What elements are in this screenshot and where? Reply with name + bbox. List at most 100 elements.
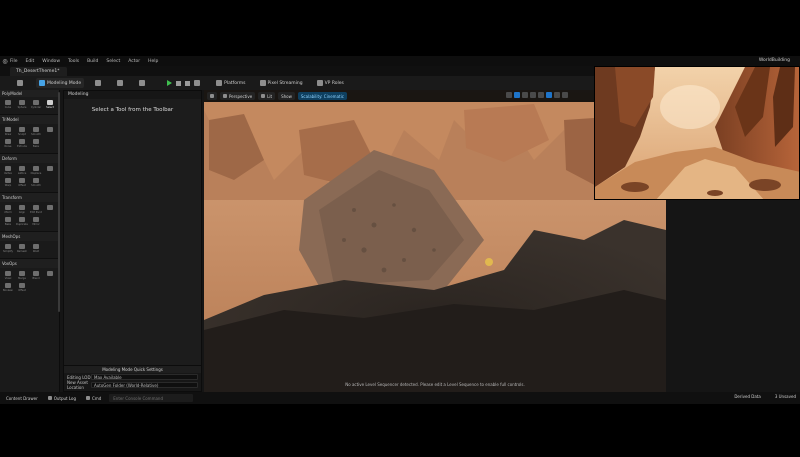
palette-tool-button[interactable]: Align [16, 205, 28, 215]
menu-select[interactable]: Select [106, 59, 120, 64]
play-icon[interactable] [167, 80, 173, 86]
scalability-button[interactable]: Scalability: Cinematic [297, 92, 347, 100]
derived-data-button[interactable]: Derived Data [734, 394, 761, 399]
menu-tools[interactable]: Tools [68, 59, 79, 64]
translate-icon[interactable] [514, 92, 520, 98]
palette-scrollbar[interactable] [58, 92, 60, 312]
select-mode-icon[interactable] [506, 92, 512, 98]
console-input[interactable]: Enter Console Command [109, 394, 194, 402]
menu-help[interactable]: Help [148, 59, 158, 64]
menu-edit[interactable]: Edit [26, 59, 35, 64]
tool-label: Mirror [32, 223, 40, 226]
palette-tool-button[interactable]: Sculpt [16, 127, 28, 137]
palette-tool-button[interactable]: Noise [2, 139, 14, 149]
world-space-icon[interactable] [538, 92, 544, 98]
palette-tool-button[interactable]: Voxel [2, 271, 14, 281]
palette-tool-button[interactable]: Displace [30, 166, 42, 176]
eject-icon[interactable] [194, 80, 201, 86]
palette-section-title[interactable]: Transform [0, 192, 59, 202]
content-drawer-button[interactable]: Content Drawer [2, 394, 42, 402]
palette-tool-button[interactable]: Duplicate [16, 217, 28, 227]
palette-tool-button[interactable]: Cube [2, 100, 14, 110]
palette-tool-button[interactable]: Merge [16, 271, 28, 281]
palette-tool-button[interactable]: Blend [30, 271, 42, 281]
palette-tool-button[interactable]: Offset [16, 283, 28, 293]
palette-tool-button[interactable]: Boolean [2, 283, 14, 293]
palette-tool-button[interactable]: Bake [30, 139, 42, 149]
editing-lod-select[interactable]: Max Available [91, 374, 198, 380]
viewport-options-button[interactable] [207, 92, 217, 100]
perspective-button[interactable]: Perspective [220, 92, 256, 100]
cmd-dropdown[interactable]: Cmd [82, 394, 105, 402]
camera-icon [223, 94, 227, 98]
lit-button[interactable]: Lit [258, 92, 276, 100]
angle-snap-icon[interactable] [554, 92, 560, 98]
level-tab[interactable]: Th_DesertTheme1* [10, 67, 68, 76]
tool-icon [33, 100, 39, 105]
palette-section-title[interactable]: Deform [0, 153, 59, 163]
output-log-button[interactable]: Output Log [44, 394, 80, 402]
palette-tool-button[interactable]: Smooth [30, 127, 42, 137]
pause-icon[interactable] [176, 80, 182, 86]
palette-tool-button[interactable]: Offset [16, 178, 28, 188]
palette-tool-button[interactable]: Extrude [16, 139, 28, 149]
tool-label: Voxel [4, 277, 12, 280]
platforms-menu[interactable]: Platforms [213, 78, 248, 88]
mode-selector[interactable]: Modeling Mode [36, 78, 85, 88]
palette-section-title[interactable]: MeshOps [0, 231, 59, 241]
tool-icon [5, 271, 11, 276]
stop-icon[interactable] [185, 80, 191, 86]
tool-label: Remesh [16, 250, 28, 253]
palette-tool-button[interactable] [44, 205, 56, 215]
pixel-streaming-menu[interactable]: Pixel Streaming [257, 78, 306, 88]
menu-icon [210, 94, 214, 98]
tool-icon [47, 166, 53, 171]
blueprint-button[interactable] [114, 78, 128, 88]
palette-tool-button[interactable]: Draw [2, 127, 14, 137]
palette-tool-button[interactable] [44, 127, 56, 137]
palette-tool-button[interactable]: Vertex [2, 166, 14, 176]
menu-file[interactable]: File [10, 59, 18, 64]
save-button[interactable] [14, 78, 28, 88]
palette-tool-button[interactable]: Bake [2, 217, 14, 227]
vp-roles-menu[interactable]: VP Roles [314, 78, 347, 88]
palette-tool-button[interactable]: Edit Pivot [30, 205, 42, 215]
sequencer-message: No active Level Sequencer detected. Plea… [345, 382, 525, 387]
palette-tool-button[interactable]: Select [44, 100, 56, 110]
palette-tool-button[interactable]: Cylinder [30, 100, 42, 110]
tool-label: Bake [4, 223, 12, 226]
palette-tool-button[interactable] [44, 271, 56, 281]
palette-tool-button[interactable]: Lattice [16, 166, 28, 176]
grid-snap-icon[interactable] [546, 92, 552, 98]
menu-actor[interactable]: Actor [128, 59, 140, 64]
add-actor-button[interactable] [92, 78, 106, 88]
unsaved-button[interactable]: 3 Unsaved [775, 394, 796, 399]
menu-build[interactable]: Build [87, 59, 98, 64]
modeling-panel-tab[interactable]: Modeling [64, 91, 201, 99]
palette-tool-button[interactable]: Remesh [16, 244, 28, 254]
tool-icon [5, 244, 11, 249]
palette-tool-button[interactable]: Simplify [2, 244, 14, 254]
tool-icon [5, 100, 11, 105]
scale-icon[interactable] [530, 92, 536, 98]
tool-icon [5, 205, 11, 210]
cinematics-button[interactable] [136, 78, 150, 88]
video-frame: ◎ File Edit Window Tools Build Select Ac… [0, 0, 800, 457]
palette-section-title[interactable]: VoxOps [0, 258, 59, 268]
tool-icon [19, 166, 25, 171]
palette-tool-button[interactable]: Weld [30, 244, 42, 254]
palette-tool-button[interactable]: Sphere [16, 100, 28, 110]
camera-speed-icon[interactable] [562, 92, 568, 98]
palette-tool-button[interactable]: Smooth [30, 178, 42, 188]
palette-tool-button[interactable] [44, 166, 56, 176]
palette-tool-button[interactable]: Mirror [30, 217, 42, 227]
tool-icon [19, 283, 25, 288]
menu-window[interactable]: Window [42, 59, 60, 64]
show-button[interactable]: Show [278, 92, 295, 100]
palette-tool-button[interactable]: Warp [2, 178, 14, 188]
rotate-icon[interactable] [522, 92, 528, 98]
palette-tool-button[interactable]: Xform [2, 205, 14, 215]
asset-location-select[interactable]: AutoGen Folder (World-Relative) [91, 382, 198, 388]
palette-section-title[interactable]: TriModel [0, 114, 59, 124]
tool-icon [5, 283, 11, 288]
